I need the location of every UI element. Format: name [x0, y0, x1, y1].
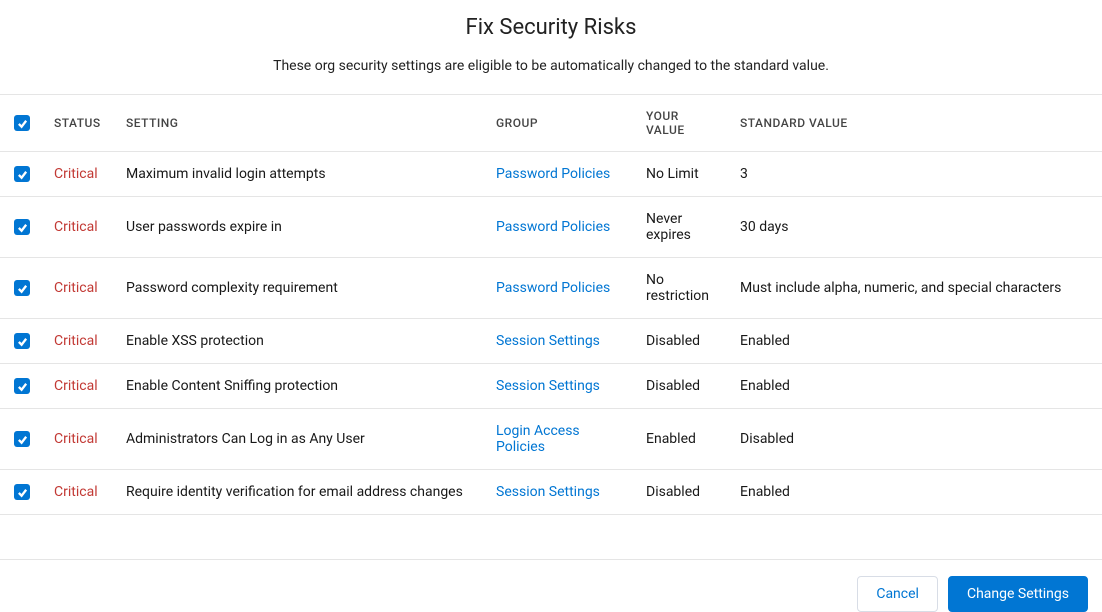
setting-cell: Enable XSS protection: [116, 319, 486, 364]
table-row: CriticalMaximum invalid login attempts Pa…: [0, 152, 1102, 197]
group-link[interactable]: Password Policies: [496, 219, 610, 235]
cancel-button[interactable]: Cancel: [857, 576, 938, 612]
select-all-checkbox[interactable]: [14, 115, 30, 131]
footer: Cancel Change Settings: [0, 559, 1102, 612]
security-risks-table: Status Setting Group Your Value Standard…: [0, 95, 1102, 515]
status-cell: Critical: [44, 470, 116, 515]
standard-value-cell: 30 days: [730, 197, 1102, 258]
status-cell: Critical: [44, 364, 116, 409]
status-cell: Critical: [44, 258, 116, 319]
standard-value-cell: Enabled: [730, 470, 1102, 515]
table-row: CriticalEnable Content Sniffing protecti…: [0, 364, 1102, 409]
table-row: CriticalAdministrators Can Log in as Any…: [0, 409, 1102, 470]
row-checkbox[interactable]: [14, 484, 30, 500]
group-link[interactable]: Session Settings: [496, 333, 600, 349]
setting-cell: Administrators Can Log in as Any User: [116, 409, 486, 470]
page-subtitle: These org security settings are eligible…: [0, 58, 1102, 74]
standard-value-cell: Enabled: [730, 364, 1102, 409]
setting-cell: Password complexity requirement: [116, 258, 486, 319]
setting-cell: Require identity verification for email …: [116, 470, 486, 515]
your-value-cell: Enabled: [636, 409, 730, 470]
your-value-cell: Disabled: [636, 364, 730, 409]
standard-value-cell: Must include alpha, numeric, and special…: [730, 258, 1102, 319]
group-link[interactable]: Session Settings: [496, 378, 600, 394]
group-link[interactable]: Login Access Policies: [496, 423, 580, 455]
col-status-header: Status: [44, 95, 116, 152]
page-title: Fix Security Risks: [0, 15, 1102, 40]
header: Fix Security Risks These org security se…: [0, 0, 1102, 94]
group-link[interactable]: Session Settings: [496, 484, 600, 500]
row-checkbox[interactable]: [14, 219, 30, 235]
standard-value-cell: Enabled: [730, 319, 1102, 364]
table-wrap: Status Setting Group Your Value Standard…: [0, 94, 1102, 515]
row-checkbox[interactable]: [14, 280, 30, 296]
group-link[interactable]: Password Policies: [496, 166, 610, 182]
table-row: CriticalEnable XSS protection Session Set…: [0, 319, 1102, 364]
col-group-header: Group: [486, 95, 636, 152]
row-checkbox[interactable]: [14, 431, 30, 447]
your-value-cell: Never expires: [636, 197, 730, 258]
setting-cell: Maximum invalid login attempts: [116, 152, 486, 197]
your-value-cell: Disabled: [636, 319, 730, 364]
row-checkbox[interactable]: [14, 378, 30, 394]
setting-cell: Enable Content Sniffing protection: [116, 364, 486, 409]
row-checkbox[interactable]: [14, 166, 30, 182]
standard-value-cell: Disabled: [730, 409, 1102, 470]
standard-value-cell: 3: [730, 152, 1102, 197]
table-row: CriticalUser passwords expire in Password…: [0, 197, 1102, 258]
change-settings-button[interactable]: Change Settings: [948, 576, 1088, 612]
row-checkbox[interactable]: [14, 333, 30, 349]
your-value-cell: Disabled: [636, 470, 730, 515]
group-link[interactable]: Password Policies: [496, 280, 610, 296]
your-value-cell: No restriction: [636, 258, 730, 319]
col-setting-header: Setting: [116, 95, 486, 152]
col-standard-value-header: Standard Value: [730, 95, 1102, 152]
your-value-cell: No Limit: [636, 152, 730, 197]
table-row: CriticalRequire identity verification fo…: [0, 470, 1102, 515]
status-cell: Critical: [44, 152, 116, 197]
setting-cell: User passwords expire in: [116, 197, 486, 258]
col-your-value-header: Your Value: [636, 95, 730, 152]
status-cell: Critical: [44, 197, 116, 258]
status-cell: Critical: [44, 319, 116, 364]
table-row: CriticalPassword complexity requirement P…: [0, 258, 1102, 319]
status-cell: Critical: [44, 409, 116, 470]
table-header-row: Status Setting Group Your Value Standard…: [0, 95, 1102, 152]
